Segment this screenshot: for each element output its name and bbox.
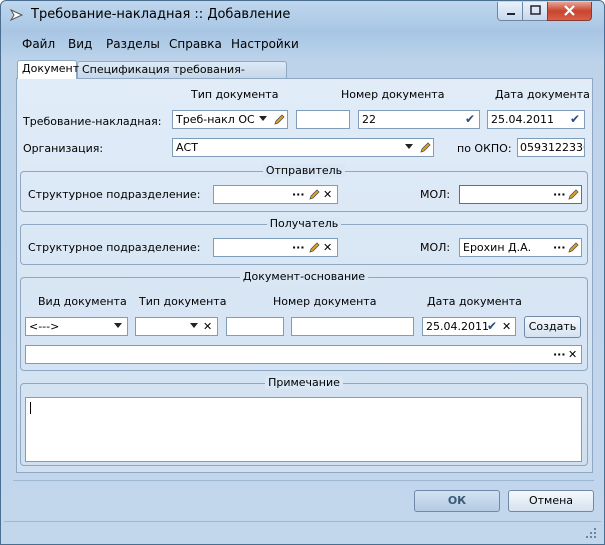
menu-help[interactable]: Справка bbox=[169, 37, 222, 51]
receiver-dept-label: Структурное подразделение: bbox=[28, 241, 201, 254]
basis-kind-value: <---> bbox=[29, 320, 60, 333]
ellipsis-icon[interactable]: ··· bbox=[553, 347, 566, 362]
create-button[interactable]: Создать bbox=[524, 316, 581, 338]
ellipsis-icon[interactable]: ··· bbox=[553, 187, 566, 202]
tab-specification[interactable]: Спецификация требования-накладной bbox=[77, 61, 287, 89]
basis-col-number-label: Номер документа bbox=[273, 295, 377, 308]
basis-number-input[interactable] bbox=[291, 317, 414, 336]
sender-title: Отправитель bbox=[262, 164, 346, 177]
close-icon bbox=[564, 5, 575, 16]
sender-dept-input[interactable]: ··· ✕ bbox=[213, 185, 338, 204]
clear-icon[interactable]: ✕ bbox=[323, 240, 332, 255]
receiver-title: Получатель bbox=[266, 217, 342, 230]
pencil-icon[interactable] bbox=[273, 112, 286, 127]
window-title: Требование-накладная :: Добавление bbox=[31, 7, 291, 22]
receiver-dept-input[interactable]: ··· ✕ bbox=[213, 238, 338, 257]
basis-number-prefix-input[interactable] bbox=[226, 317, 284, 336]
organization-label: Организация: bbox=[23, 142, 104, 155]
minimize-button[interactable] bbox=[497, 2, 524, 21]
title-bar[interactable]: Требование-накладная :: Добавление bbox=[1, 1, 604, 29]
sender-mol-input[interactable]: ··· bbox=[459, 185, 582, 204]
clear-icon[interactable]: ✕ bbox=[203, 319, 212, 334]
doc-number-prefix-input[interactable] bbox=[296, 110, 350, 129]
basis-type-select[interactable]: ✕ bbox=[135, 317, 218, 336]
clear-icon[interactable]: ✕ bbox=[323, 187, 332, 202]
col-doc-date-label: Дата документа bbox=[495, 88, 590, 101]
status-divider bbox=[4, 521, 601, 522]
menu-file[interactable]: Файл bbox=[22, 37, 55, 51]
basis-kind-select[interactable]: <---> bbox=[25, 317, 128, 336]
pencil-icon[interactable] bbox=[567, 240, 580, 255]
maximize-button[interactable] bbox=[522, 2, 549, 21]
text-cursor bbox=[30, 402, 31, 414]
doc-number-value: 22 bbox=[362, 113, 376, 126]
chevron-down-icon[interactable] bbox=[405, 144, 413, 149]
receiver-mol-input[interactable]: Ерохин Д.А. ··· bbox=[459, 238, 582, 257]
cancel-button[interactable]: Отмена bbox=[508, 490, 594, 512]
sender-dept-label: Структурное подразделение: bbox=[28, 188, 201, 201]
col-doc-number-label: Номер документа bbox=[341, 88, 445, 101]
note-textarea[interactable] bbox=[25, 397, 582, 462]
chevron-down-icon[interactable] bbox=[259, 116, 267, 121]
doc-number-input[interactable]: 22 ✔ bbox=[358, 110, 480, 129]
dialog-window: Требование-накладная :: Добавление Файл … bbox=[0, 0, 605, 545]
check-icon[interactable]: ✔ bbox=[487, 319, 497, 334]
note-title: Примечание bbox=[265, 376, 343, 389]
chevron-down-icon[interactable] bbox=[190, 323, 198, 328]
minimize-icon bbox=[507, 13, 515, 15]
check-icon[interactable]: ✔ bbox=[570, 112, 580, 127]
ellipsis-icon[interactable]: ··· bbox=[292, 187, 305, 202]
clear-icon[interactable]: ✕ bbox=[568, 347, 577, 362]
resize-grip-icon[interactable] bbox=[585, 527, 597, 539]
pencil-icon[interactable] bbox=[308, 240, 321, 255]
okpo-label: по ОКПО: bbox=[457, 142, 512, 155]
sender-mol-label: МОЛ: bbox=[420, 188, 451, 201]
waybill-label: Требование-накладная: bbox=[23, 115, 162, 128]
menu-settings[interactable]: Настройки bbox=[231, 37, 299, 51]
doc-type-select[interactable]: Треб-накл ОС bbox=[172, 110, 288, 129]
basis-col-date-label: Дата документа bbox=[427, 295, 522, 308]
menu-sections[interactable]: Разделы bbox=[106, 37, 160, 51]
check-icon[interactable]: ✔ bbox=[465, 112, 475, 127]
basis-title: Документ-основание bbox=[239, 270, 369, 283]
ok-button[interactable]: ОК bbox=[414, 490, 500, 512]
organization-select[interactable]: АСТ bbox=[172, 138, 434, 157]
okpo-value: 0593122336 bbox=[520, 141, 585, 154]
pencil-icon[interactable] bbox=[419, 140, 432, 155]
app-icon bbox=[9, 8, 24, 22]
doc-date-value: 25.04.2011 bbox=[491, 113, 554, 126]
receiver-mol-value: Ерохин Д.А. bbox=[463, 241, 532, 254]
okpo-input[interactable]: 0593122336 bbox=[517, 138, 585, 157]
ellipsis-icon[interactable]: ··· bbox=[292, 240, 305, 255]
basis-col-type-label: Тип документа bbox=[139, 295, 227, 308]
maximize-icon bbox=[530, 5, 541, 15]
close-window-button[interactable] bbox=[547, 2, 592, 21]
pencil-icon[interactable] bbox=[308, 187, 321, 202]
menu-view[interactable]: Вид bbox=[68, 37, 92, 51]
basis-date-value: 25.04.2011 bbox=[426, 320, 489, 333]
tab-document[interactable]: Документ bbox=[17, 60, 79, 79]
basis-col-kind-label: Вид документа bbox=[38, 295, 127, 308]
doc-date-input[interactable]: 25.04.2011 ✔ bbox=[487, 110, 585, 129]
basis-date-input[interactable]: 25.04.2011 ✔ ✕ bbox=[422, 317, 516, 336]
clear-icon[interactable]: ✕ bbox=[502, 319, 511, 334]
receiver-mol-label: МОЛ: bbox=[420, 241, 451, 254]
ellipsis-icon[interactable]: ··· bbox=[553, 240, 566, 255]
chevron-down-icon[interactable] bbox=[114, 323, 122, 328]
footer-divider bbox=[13, 480, 594, 481]
organization-value: АСТ bbox=[176, 141, 198, 154]
basis-reference-input[interactable]: ··· ✕ bbox=[25, 345, 582, 364]
doc-type-value: Треб-накл ОС bbox=[176, 113, 255, 126]
menu-bar: Файл Вид Разделы Справка Настройки bbox=[12, 33, 594, 55]
col-doc-type-label: Тип документа bbox=[191, 88, 279, 101]
pencil-icon[interactable] bbox=[567, 187, 580, 202]
